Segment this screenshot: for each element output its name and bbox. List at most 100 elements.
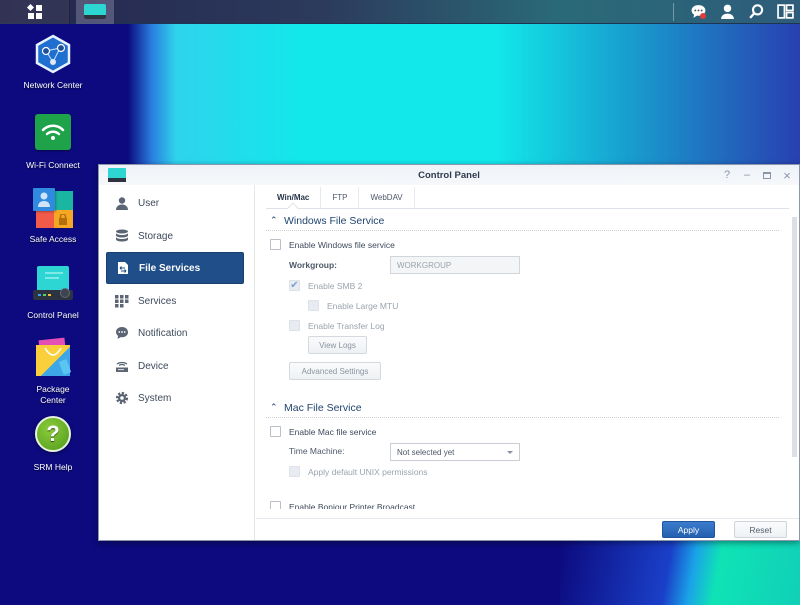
enable-windows-file-service-checkbox[interactable] — [270, 239, 281, 250]
widgets-button[interactable] — [771, 0, 800, 24]
desktop-icon-package-center[interactable]: Package Center — [8, 337, 98, 405]
sidebar-item-system[interactable]: System — [106, 382, 244, 414]
desktop-icon-network-center[interactable]: Network Center — [8, 34, 98, 91]
widgets-icon — [777, 4, 794, 19]
enable-mac-file-service-row[interactable]: Enable Mac file service — [270, 426, 376, 437]
sidebar-item-notification[interactable]: Notification — [106, 317, 244, 349]
tab-label: WebDAV — [370, 193, 403, 202]
main-menu-button[interactable] — [0, 0, 70, 24]
desktop-icon-control-panel[interactable]: Control Panel — [8, 264, 98, 321]
section-title: Mac File Service — [284, 401, 362, 414]
control-panel-icon — [33, 264, 73, 304]
enable-large-mtu-row[interactable]: Enable Large MTU — [308, 300, 398, 311]
taskbar-control-panel[interactable] — [76, 0, 114, 24]
close-button[interactable]: × — [777, 165, 797, 185]
checkbox-label: Enable Mac file service — [289, 426, 377, 437]
package-center-icon — [33, 337, 73, 378]
services-icon — [114, 293, 130, 309]
sidebar-item-label: Storage — [138, 230, 174, 242]
select-value: Not selected yet — [397, 447, 455, 457]
maximize-icon — [763, 171, 771, 179]
button-label: Apply — [677, 524, 700, 535]
minimize-icon: – — [743, 169, 751, 181]
enable-large-mtu-checkbox[interactable] — [308, 300, 319, 311]
collapse-caret-icon: ⌃ — [270, 215, 278, 225]
desktop-icon-label: Wi-Fi Connect — [26, 160, 80, 170]
search-icon — [749, 4, 764, 19]
checkbox-label: Apply default UNIX permissions — [308, 466, 428, 477]
help-button[interactable]: ? — [717, 165, 737, 185]
enable-windows-file-service-row[interactable]: Enable Windows file service — [270, 239, 395, 250]
button-label: Reset — [749, 524, 772, 535]
enable-bonjour-printer-row[interactable]: Enable Bonjour Printer Broadcast — [270, 501, 415, 509]
close-icon: × — [783, 167, 791, 183]
time-machine-select[interactable]: Not selected yet — [390, 443, 520, 461]
help-icon: ? — [723, 169, 731, 181]
window-titlebar[interactable]: Control Panel ? – × — [99, 165, 799, 185]
checkbox-label: Enable Bonjour Printer Broadcast — [289, 501, 416, 510]
window-footer: Apply Reset — [256, 518, 799, 540]
enable-smb2-row[interactable]: ✔ Enable SMB 2 — [289, 280, 362, 291]
apply-button[interactable]: Apply — [662, 521, 715, 538]
sidebar-item-user[interactable]: User — [106, 187, 244, 219]
windows-file-service-header[interactable]: ⌃ Windows File Service — [266, 211, 779, 231]
enable-mac-file-service-checkbox[interactable] — [270, 426, 281, 437]
apply-unix-permissions-row[interactable]: Apply default UNIX permissions — [289, 466, 428, 477]
user-button[interactable] — [713, 0, 742, 24]
enable-bonjour-printer-checkbox[interactable] — [270, 501, 281, 509]
window-title: Control Panel — [418, 170, 480, 181]
scrollbar[interactable] — [792, 217, 797, 457]
notification-icon — [114, 325, 130, 341]
collapse-caret-icon: ⌃ — [270, 402, 278, 412]
checkbox-label: Enable Large MTU — [327, 300, 399, 311]
enable-smb2-checkbox[interactable]: ✔ — [289, 280, 300, 291]
sidebar: User Storage File Services Services Noti… — [99, 185, 255, 540]
view-logs-button[interactable]: View Logs — [308, 336, 367, 354]
desktop-icon-label: Network Center — [23, 80, 83, 90]
sidebar-item-label: Services — [138, 295, 177, 307]
checkbox-label: Enable Windows file service — [289, 239, 395, 250]
checkbox-label: Enable Transfer Log — [308, 320, 385, 331]
content-panel: Win/Mac FTP WebDAV ⌃ Windows File Servic… — [256, 185, 799, 520]
desktop-icon-srm-help[interactable]: ? SRM Help — [8, 414, 98, 473]
time-machine-label: Time Machine: — [289, 446, 344, 456]
desktop-icon-label: Package Center — [36, 384, 70, 405]
system-icon — [114, 390, 130, 406]
reset-button[interactable]: Reset — [734, 521, 787, 538]
settings-scroll-area: ⌃ Windows File Service Enable Windows fi… — [266, 209, 789, 509]
minimize-button[interactable]: – — [737, 165, 757, 185]
enable-transfer-log-row[interactable]: Enable Transfer Log — [289, 320, 385, 331]
workgroup-value: WORKGROUP — [397, 260, 452, 270]
desktop-icon-wifi-connect[interactable]: Wi-Fi Connect — [8, 112, 98, 171]
apply-unix-permissions-checkbox[interactable] — [289, 466, 300, 477]
desktop-icon-label: SRM Help — [33, 462, 73, 472]
tab-label: FTP — [332, 193, 348, 202]
enable-transfer-log-checkbox[interactable] — [289, 320, 300, 331]
main-menu-icon — [26, 3, 42, 19]
network-center-icon — [33, 34, 73, 74]
workgroup-input[interactable]: WORKGROUP — [390, 256, 520, 274]
sidebar-item-device[interactable]: Device — [106, 350, 244, 382]
sidebar-item-label: Notification — [138, 327, 188, 339]
control-panel-window: Control Panel ? – × User Storage File Se… — [98, 164, 800, 541]
sidebar-item-storage[interactable]: Storage — [106, 220, 244, 252]
tab-ftp[interactable]: FTP — [321, 187, 360, 208]
sidebar-item-label: System — [138, 392, 172, 404]
field-label: Workgroup: — [289, 260, 338, 270]
notification-badge — [700, 12, 706, 19]
advanced-settings-button[interactable]: Advanced Settings — [289, 362, 381, 380]
checkbox-label: Enable SMB 2 — [308, 280, 363, 291]
desktop-wallpaper-corner — [560, 540, 800, 605]
workgroup-label: Workgroup: — [289, 260, 337, 270]
sidebar-item-services[interactable]: Services — [106, 285, 244, 317]
maximize-button[interactable] — [757, 165, 777, 185]
file-services-icon — [115, 260, 131, 276]
notification-button[interactable] — [684, 0, 713, 24]
tab-win-mac[interactable]: Win/Mac — [266, 187, 322, 208]
tab-webdav[interactable]: WebDAV — [359, 187, 415, 208]
sidebar-item-file-services[interactable]: File Services — [106, 252, 244, 284]
desktop-icon-safe-access[interactable]: Safe Access — [8, 188, 98, 245]
search-button[interactable] — [742, 0, 771, 24]
taskbar — [0, 0, 800, 24]
mac-file-service-header[interactable]: ⌃ Mac File Service — [266, 398, 779, 418]
